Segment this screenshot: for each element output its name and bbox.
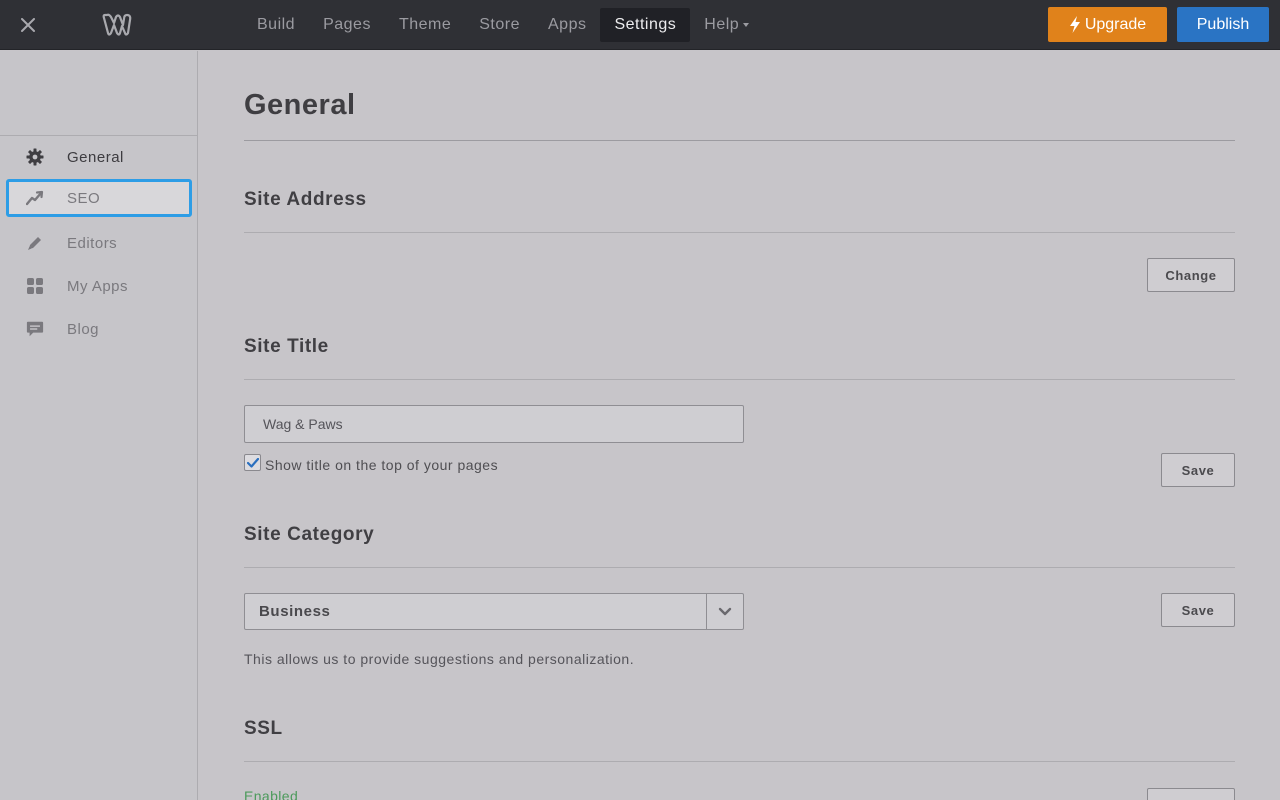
gear-icon bbox=[26, 148, 44, 166]
nav-settings-label: Settings bbox=[614, 16, 677, 33]
nav-pages[interactable]: Pages bbox=[309, 8, 385, 42]
ssl-heading: SSL bbox=[244, 718, 283, 739]
nav-store[interactable]: Store bbox=[465, 8, 534, 42]
sidebar-item-editors[interactable]: Editors bbox=[6, 224, 192, 262]
nav-apps[interactable]: Apps bbox=[534, 8, 600, 42]
comment-icon bbox=[26, 320, 44, 338]
ssl-divider bbox=[244, 761, 1235, 762]
pencil-icon bbox=[26, 234, 44, 252]
site-category-divider bbox=[244, 567, 1235, 568]
weebly-logo-icon[interactable] bbox=[102, 12, 132, 38]
site-address-heading: Site Address bbox=[244, 189, 367, 210]
checkmark-icon bbox=[246, 457, 259, 468]
nav-help-label: Help bbox=[704, 16, 740, 33]
nav-help[interactable]: Help bbox=[690, 8, 763, 42]
nav-theme-label: Theme bbox=[398, 16, 452, 33]
caret-down-icon bbox=[743, 23, 750, 27]
nav-theme[interactable]: Theme bbox=[385, 8, 465, 42]
sidebar-item-label: Editors bbox=[67, 234, 118, 252]
nav-build[interactable]: Build bbox=[243, 8, 309, 42]
chevron-down-icon bbox=[718, 607, 732, 616]
site-title-heading: Site Title bbox=[244, 336, 329, 357]
site-category-select[interactable]: Business bbox=[244, 593, 744, 630]
ssl-button[interactable] bbox=[1147, 788, 1235, 800]
close-button[interactable] bbox=[14, 11, 42, 39]
publish-button[interactable]: Publish bbox=[1177, 7, 1269, 42]
site-category-value: Business bbox=[259, 603, 331, 620]
lightning-icon bbox=[1069, 16, 1080, 33]
upgrade-label: Upgrade bbox=[1084, 15, 1147, 33]
sidebar-item-blog[interactable]: Blog bbox=[6, 310, 192, 348]
upgrade-button[interactable]: Upgrade bbox=[1048, 7, 1167, 42]
site-category-heading: Site Category bbox=[244, 524, 375, 545]
sidebar-item-my-apps[interactable]: My Apps bbox=[6, 267, 192, 305]
save-site-category-button[interactable]: Save bbox=[1161, 593, 1235, 627]
publish-label: Publish bbox=[1196, 15, 1250, 33]
close-icon bbox=[21, 18, 35, 32]
nav-apps-label: Apps bbox=[548, 16, 587, 33]
sidebar-item-label: Blog bbox=[67, 320, 100, 338]
save-site-title-button[interactable]: Save bbox=[1161, 453, 1235, 487]
sidebar-item-label: SEO bbox=[67, 189, 101, 207]
site-address-divider bbox=[244, 232, 1235, 233]
nav-pages-label: Pages bbox=[323, 16, 371, 33]
show-title-checkbox[interactable] bbox=[244, 454, 261, 471]
sidebar-item-seo[interactable]: SEO bbox=[6, 179, 192, 217]
site-title-divider bbox=[244, 379, 1235, 380]
nav-settings[interactable]: Settings bbox=[600, 8, 691, 42]
sidebar-item-general[interactable]: General bbox=[6, 138, 192, 176]
change-address-button[interactable]: Change bbox=[1147, 258, 1235, 292]
show-title-label: Show title on the top of your pages bbox=[265, 457, 499, 473]
select-arrow bbox=[706, 594, 743, 629]
sidebar-header bbox=[0, 51, 197, 136]
top-bar: Build Pages Theme Store Apps Settings He… bbox=[0, 0, 1280, 50]
sidebar-item-label: General bbox=[67, 148, 124, 166]
title-divider bbox=[244, 140, 1235, 141]
ssl-status: Enabled bbox=[244, 788, 299, 800]
nav-store-label: Store bbox=[479, 16, 520, 33]
nav-build-label: Build bbox=[257, 16, 296, 33]
trend-icon bbox=[26, 189, 44, 207]
site-title-input[interactable] bbox=[244, 405, 744, 443]
main-nav: Build Pages Theme Store Apps Settings He… bbox=[243, 8, 763, 42]
sidebar-item-label: My Apps bbox=[67, 277, 129, 295]
site-category-help: This allows us to provide suggestions an… bbox=[244, 651, 635, 667]
grid-icon bbox=[26, 277, 44, 295]
settings-sidebar: General SEO Editors My Apps Blog bbox=[0, 51, 198, 800]
page-title: General bbox=[244, 89, 356, 121]
